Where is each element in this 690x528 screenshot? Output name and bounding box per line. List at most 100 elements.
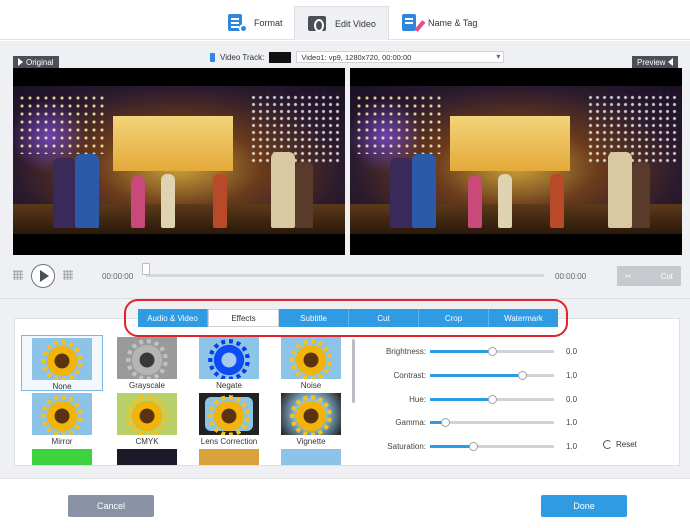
cut-button[interactable]: ✂ Cut [617, 266, 681, 286]
video-frame-image [13, 86, 345, 234]
play-triangle-icon [18, 58, 23, 66]
play-button[interactable] [31, 264, 55, 288]
video-track-thumbnail [269, 51, 292, 63]
effect-thumbnail [117, 337, 177, 379]
gamma-label: Gamma: [395, 418, 426, 427]
effect-label: None [52, 382, 72, 391]
original-label-text: Original [26, 57, 54, 67]
format-icon [226, 13, 248, 33]
effect-thumbnail [199, 337, 259, 379]
gamma-slider-row: Gamma: 1.0 [370, 418, 586, 427]
bottom-bar: Cancel Done [0, 478, 690, 528]
tab-subtitle[interactable]: Subtitle [279, 309, 349, 327]
effect-thumbnail [199, 393, 259, 435]
tab-edit-video[interactable]: Edit Video [294, 6, 389, 40]
tab-audio-video[interactable]: Audio & Video [138, 309, 208, 327]
timeline-track[interactable] [146, 274, 544, 277]
video-track-dropdown[interactable]: Video1: vp9, 1280x720, 00:00:00 [296, 51, 505, 63]
video-frame-image [350, 86, 682, 234]
grid-icon [13, 270, 23, 280]
tab-format-label: Format [254, 18, 283, 28]
effect-thumbnail [117, 393, 177, 435]
original-video-view [13, 68, 345, 255]
reset-icon [603, 440, 612, 449]
effect-grayscale[interactable]: Grayscale [106, 337, 188, 390]
brightness-label: Brightness: [385, 347, 426, 356]
effect-row3-4[interactable] [270, 449, 352, 465]
effect-label: Mirror [51, 437, 73, 446]
original-label: Original [13, 56, 59, 68]
effect-thumbnail [32, 393, 92, 435]
reset-label: Reset [616, 440, 637, 449]
preview-video-view [350, 68, 682, 255]
video-track-icon [210, 52, 215, 62]
contrast-slider-row: Contrast: 1.0 [370, 371, 586, 380]
reset-button[interactable]: Reset [603, 440, 637, 449]
tab-name-tag-label: Name & Tag [428, 18, 478, 28]
contrast-label: Contrast: [393, 371, 426, 380]
scissors-icon: ✂ [625, 271, 632, 281]
tab-cut[interactable]: Cut [349, 309, 419, 327]
end-time: 00:00:00 [555, 272, 587, 281]
effect-thumbnail [281, 393, 341, 435]
cut-button-label: Cut [660, 271, 673, 281]
effect-thumbnail [281, 449, 341, 465]
top-tab-bar: Format Edit Video Name & Tag [0, 0, 690, 40]
effect-thumbnail [32, 338, 92, 380]
effect-none[interactable]: None [21, 335, 103, 391]
saturation-knob[interactable] [469, 442, 479, 451]
effect-thumbnail [32, 449, 92, 465]
effect-label: Vignette [296, 437, 326, 446]
saturation-slider[interactable] [430, 442, 554, 451]
effect-vignette[interactable]: Vignette [270, 393, 352, 446]
tab-effects[interactable]: Effects [208, 309, 279, 327]
effect-label: Negate [216, 381, 242, 390]
tab-watermark[interactable]: Watermark [489, 309, 558, 327]
brightness-slider[interactable] [430, 347, 554, 356]
edit-video-icon [307, 14, 329, 34]
preview-label-text: Preview [637, 57, 666, 67]
start-time: 00:00:00 [102, 272, 134, 281]
saturation-slider-row: Saturation: 1.0 [370, 442, 586, 451]
gamma-value: 1.0 [566, 418, 578, 427]
brightness-value: 0.0 [566, 347, 578, 356]
contrast-value: 1.0 [566, 371, 578, 380]
tab-crop[interactable]: Crop [419, 309, 489, 327]
tab-edit-video-label: Edit Video [335, 18, 376, 29]
gamma-knob[interactable] [440, 418, 450, 427]
brightness-knob[interactable] [488, 347, 497, 356]
effect-label: CMYK [135, 437, 159, 446]
effect-row3-3[interactable] [188, 449, 270, 465]
video-track-label: Video Track: [220, 52, 265, 62]
effect-cmyk[interactable]: CMYK [106, 393, 188, 446]
saturation-label: Saturation: [387, 442, 426, 451]
effect-label: Noise [300, 381, 322, 390]
effect-row3-2[interactable] [106, 449, 188, 465]
tab-name-tag[interactable]: Name & Tag [388, 6, 489, 40]
timeline-handle[interactable] [142, 263, 150, 275]
effect-negate[interactable]: Negate [188, 337, 270, 390]
done-button[interactable]: Done [541, 495, 627, 517]
effect-noise[interactable]: Noise [270, 337, 352, 390]
tab-format[interactable]: Format [214, 6, 295, 40]
effect-row3-1[interactable] [21, 449, 103, 465]
effects-scrollbar[interactable] [352, 339, 355, 403]
effect-mirror[interactable]: Mirror [21, 393, 103, 446]
hue-label: Hue: [409, 395, 426, 404]
video-track-selector: Video Track: Video1: vp9, 1280x720, 00:0… [210, 51, 505, 63]
hue-value: 0.0 [566, 395, 578, 404]
effect-label: Grayscale [128, 381, 165, 390]
hue-knob[interactable] [488, 395, 497, 404]
hue-slider[interactable] [430, 395, 554, 404]
gamma-slider[interactable] [430, 418, 554, 427]
effect-thumbnail [281, 337, 341, 379]
edit-tab-bar: Audio & Video Effects Subtitle Cut Crop … [138, 309, 558, 327]
contrast-slider[interactable] [430, 371, 554, 380]
hue-slider-row: Hue: 0.0 [370, 395, 586, 404]
contrast-knob[interactable] [517, 371, 527, 380]
preview-label: Preview [632, 56, 679, 68]
effect-lens-correction[interactable]: Lens Correction [188, 393, 270, 446]
cancel-button[interactable]: Cancel [68, 495, 154, 517]
effect-label: Lens Correction [200, 437, 258, 446]
effect-thumbnail [117, 449, 177, 465]
